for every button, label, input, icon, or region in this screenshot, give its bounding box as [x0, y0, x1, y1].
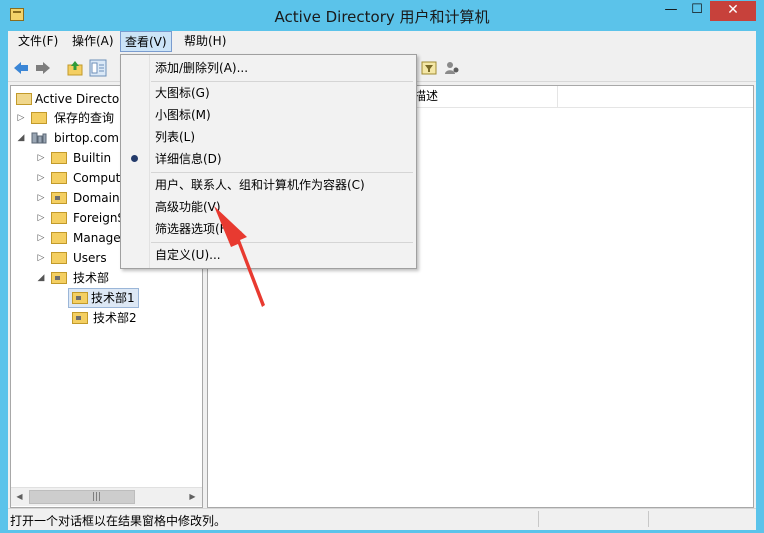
scroll-right-icon[interactable]: ▶ — [184, 488, 201, 505]
delegate-icon[interactable] — [443, 59, 461, 77]
maximize-button[interactable]: ☐ — [684, 1, 710, 21]
menu-item-small-icons[interactable]: 小图标(M) — [155, 105, 211, 125]
expand-icon[interactable]: ▷ — [36, 208, 46, 228]
tree-item-tech-dept[interactable]: ◢ 技术部 — [11, 268, 202, 288]
menu-action[interactable]: 操作(A) — [68, 31, 118, 52]
ad-root-icon — [16, 93, 32, 105]
menu-separator — [151, 242, 413, 243]
horizontal-scrollbar[interactable]: ◀ ||| ▶ — [11, 487, 202, 506]
tree-item-tech-dept-2[interactable]: 技术部2 — [11, 308, 202, 328]
menu-file[interactable]: 文件(F) — [14, 31, 62, 52]
up-folder-icon[interactable] — [66, 59, 84, 77]
filter-icon[interactable] — [420, 59, 438, 77]
menu-item-large-icons[interactable]: 大图标(G) — [155, 83, 210, 103]
menu-item-users-as-containers[interactable]: 用户、联系人、组和计算机作为容器(C) — [155, 175, 365, 195]
back-arrow-icon[interactable] — [12, 59, 30, 77]
expand-icon[interactable]: ▷ — [36, 248, 46, 268]
selected-highlight: 技术部1 — [68, 288, 139, 308]
view-menu-dropdown: 添加/删除列(A)... 大图标(G) 小图标(M) 列表(L) 详细信息(D)… — [120, 54, 417, 269]
menu-bar: 文件(F) 操作(A) 查看(V) 帮助(H) — [8, 31, 756, 54]
status-divider — [648, 511, 649, 527]
show-console-tree-icon[interactable] — [89, 59, 107, 77]
status-text: 打开一个对话框以在结果窗格中修改列。 — [10, 514, 227, 528]
expand-icon[interactable]: ▷ — [36, 188, 46, 208]
menu-help[interactable]: 帮助(H) — [180, 31, 230, 52]
expand-icon[interactable]: ▷ — [16, 108, 26, 128]
collapse-icon[interactable]: ◢ — [36, 268, 46, 288]
folder-icon — [51, 252, 67, 264]
tree-label: 保存的查询 — [54, 111, 115, 125]
tree-label: ForeignS — [73, 211, 126, 225]
menu-separator — [151, 172, 413, 173]
ou-icon — [72, 292, 88, 304]
tree-label: Manage — [73, 231, 121, 245]
folder-icon — [31, 112, 47, 124]
tree-item-tech-dept-1[interactable]: 技术部1 — [68, 288, 139, 308]
folder-icon — [51, 172, 67, 184]
ou-icon — [51, 192, 67, 204]
expand-icon[interactable]: ▷ — [36, 228, 46, 248]
tree-label: 技术部1 — [91, 291, 135, 305]
tree-label: 技术部 — [73, 271, 110, 285]
menu-view[interactable]: 查看(V) — [120, 31, 172, 52]
tree-label: 技术部2 — [93, 311, 137, 325]
expand-icon[interactable]: ▷ — [36, 148, 46, 168]
column-description[interactable]: 描述 — [408, 86, 558, 107]
menu-item-customize[interactable]: 自定义(U)... — [155, 245, 221, 265]
tree-label: Users — [73, 251, 107, 265]
tree-label: birtop.com — [54, 131, 119, 145]
menu-item-list[interactable]: 列表(L) — [155, 127, 195, 147]
expand-icon[interactable]: ▷ — [36, 168, 46, 188]
ou-icon — [51, 272, 67, 284]
window-title: Active Directory 用户和计算机 — [274, 8, 490, 26]
minimize-button[interactable]: — — [658, 1, 684, 21]
close-button[interactable]: ✕ — [710, 1, 756, 21]
tree-label: Active Directory — [35, 92, 132, 106]
status-bar: 打开一个对话框以在结果窗格中修改列。 — [8, 508, 756, 530]
grip-icon: ||| — [92, 492, 102, 502]
title-bar[interactable]: Active Directory 用户和计算机 — ☐ ✕ — [0, 0, 764, 31]
menu-separator — [151, 81, 413, 82]
scroll-left-icon[interactable]: ◀ — [11, 488, 28, 505]
menu-item-details[interactable]: 详细信息(D) — [155, 149, 222, 169]
menu-item-advanced-features[interactable]: 高级功能(V) — [155, 197, 221, 217]
folder-icon — [51, 232, 67, 244]
folder-icon — [51, 212, 67, 224]
menu-item-add-remove-columns[interactable]: 添加/删除列(A)... — [155, 58, 248, 78]
ou-icon — [72, 312, 88, 324]
menu-item-filter-options[interactable]: 筛选器选项(F)... — [155, 219, 243, 239]
collapse-icon[interactable]: ◢ — [16, 128, 26, 148]
folder-icon — [51, 152, 67, 164]
scroll-thumb[interactable]: ||| — [29, 490, 135, 504]
selected-radio-icon — [131, 155, 138, 162]
tree-label: Builtin — [73, 151, 112, 165]
domain-icon — [31, 132, 47, 144]
tree-label: Domain — [73, 191, 120, 205]
status-divider — [538, 511, 539, 527]
forward-arrow-icon[interactable] — [34, 59, 52, 77]
